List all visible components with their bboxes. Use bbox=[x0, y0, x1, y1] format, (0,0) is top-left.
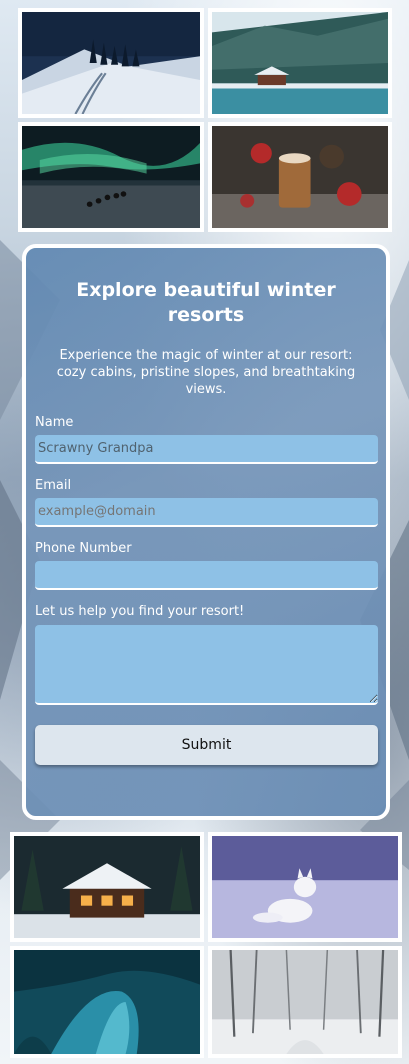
gallery-photo-arctic-fox bbox=[208, 832, 402, 942]
gallery-photo-aurora-sled bbox=[18, 122, 204, 232]
gallery-photo-lit-cabin bbox=[10, 832, 204, 942]
submit-button[interactable]: Submit bbox=[35, 725, 378, 765]
email-label: Email bbox=[35, 478, 72, 493]
phone-label: Phone Number bbox=[35, 541, 132, 556]
name-label: Name bbox=[35, 415, 74, 430]
resort-inquiry-form: Explore beautiful winter resorts Experie… bbox=[22, 244, 390, 820]
form-subtitle: Experience the magic of winter at our re… bbox=[56, 348, 356, 397]
gallery-photo-snowy-forest bbox=[208, 946, 402, 1058]
gallery-photo-hot-chocolate bbox=[208, 122, 392, 232]
form-title: Explore beautiful winter resorts bbox=[76, 279, 336, 326]
gallery-photo-ice-cave bbox=[10, 946, 204, 1058]
message-label: Let us help you find your resort! bbox=[35, 604, 245, 619]
email-field[interactable] bbox=[35, 498, 378, 527]
name-field[interactable] bbox=[35, 435, 378, 464]
gallery-photo-lake-cabin bbox=[208, 8, 392, 118]
gallery-photo-ski-tracks bbox=[18, 8, 204, 118]
phone-field[interactable] bbox=[35, 561, 378, 590]
message-field[interactable] bbox=[35, 625, 378, 705]
